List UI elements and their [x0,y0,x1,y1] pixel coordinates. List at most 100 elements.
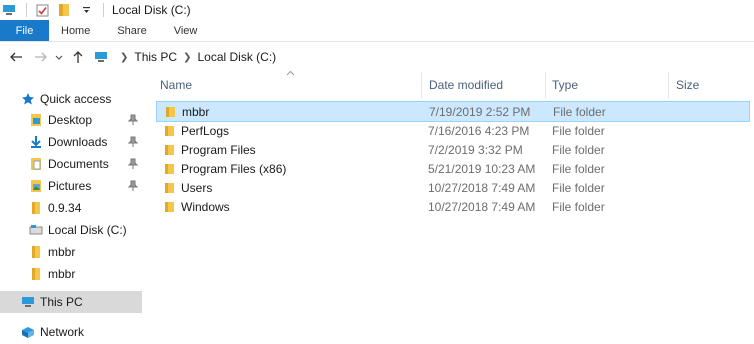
nav-label: Network [40,325,85,339]
folder-icon[interactable] [57,3,71,17]
nav-item-desktop[interactable]: Desktop [0,109,142,131]
forward-icon [34,52,47,62]
file-name: mbbr [182,104,210,119]
file-type: File folder [553,104,606,119]
recent-locations-button[interactable] [52,47,66,67]
file-row[interactable]: Program Files 7/2/2019 3:32 PM File fold… [156,140,750,161]
file-date: 7/16/2016 4:23 PM [428,123,530,138]
nav-label: Documents [48,157,109,171]
column-header-name[interactable]: Name [154,72,420,98]
quick-access-toolbar [0,3,112,17]
nav-label: 0.9.34 [48,201,82,215]
chevron-right-icon[interactable]: ❯ [120,52,128,63]
chevron-right-icon[interactable]: ❯ [183,52,191,63]
file-type: File folder [552,180,605,195]
downloads-icon [28,134,44,150]
back-icon [9,52,22,62]
file-type: File folder [552,123,605,138]
file-row[interactable]: PerfLogs 7/16/2016 4:23 PM File folder [156,121,750,142]
file-name-cell: Program Files [163,140,256,159]
file-date: 10/27/2018 7:49 AM [428,180,536,195]
desktop-icon [28,112,44,128]
nav-item-mbbr[interactable]: mbbr [0,241,142,263]
column-header-date[interactable]: Date modified [423,72,543,98]
forward-button[interactable] [30,47,50,67]
title-bar: Local Disk (C:) [0,0,754,20]
star-icon [20,91,36,107]
pin-icon[interactable] [128,114,138,126]
nav-label: Desktop [48,113,93,127]
nav-label: Quick access [40,92,112,106]
toolbar-divider [26,3,27,17]
back-button[interactable] [6,47,26,67]
network-icon [20,324,36,340]
nav-item-local-disk[interactable]: Local Disk (C:) [0,219,142,241]
nav-label: mbbr [48,267,76,281]
tab-home[interactable]: Home [49,20,105,41]
file-type: File folder [552,161,605,176]
breadcrumb[interactable]: ❯ This PC ❯ Local Disk (C:) [94,50,276,64]
column-divider[interactable] [668,72,669,98]
file-date: 5/21/2019 10:23 AM [428,161,536,176]
this-pc-icon [20,294,36,310]
dropdown-icon[interactable] [79,3,93,17]
breadcrumb-local-disk[interactable]: Local Disk (C:) [197,50,276,64]
file-date: 7/19/2019 2:52 PM [429,104,531,119]
column-divider[interactable] [421,72,422,98]
file-name: Users [181,180,213,195]
folder-icon [28,200,44,216]
title-divider [103,3,104,17]
file-name: PerfLogs [181,123,230,138]
file-name-cell: mbbr [164,102,209,121]
nav-label: This PC [40,295,83,309]
folder-icon [165,182,174,193]
file-name: Windows [181,199,230,214]
folder-icon [165,125,174,136]
nav-network[interactable]: Network [0,321,142,343]
nav-label: mbbr [48,245,76,259]
pin-icon[interactable] [128,136,138,148]
folder-icon [165,201,174,212]
pictures-icon [28,178,44,194]
nav-label: Local Disk (C:) [48,223,127,237]
nav-this-pc[interactable]: This PC [0,291,142,313]
file-row[interactable]: mbbr 7/19/2019 2:52 PM File folder [156,101,750,122]
window-title: Local Disk (C:) [112,3,191,17]
up-button[interactable] [68,47,88,67]
file-row[interactable]: Program Files (x86) 5/21/2019 10:23 AM F… [156,159,750,180]
column-header-size[interactable]: Size [670,72,750,98]
folder-icon [28,266,44,282]
nav-quick-access[interactable]: Quick access [0,88,142,110]
tab-share[interactable]: Share [105,20,161,41]
folder-icon [165,144,174,155]
documents-icon [28,156,44,172]
file-name-cell: Windows [163,197,230,216]
nav-item-pictures[interactable]: Pictures [0,175,142,197]
folder-icon [165,163,174,174]
file-date: 10/27/2018 7:49 AM [428,199,536,214]
nav-item-mbbr[interactable]: mbbr [0,263,142,285]
recent-icon [55,55,63,60]
properties-icon[interactable] [35,3,49,17]
breadcrumb-this-pc[interactable]: This PC [134,50,177,64]
column-header-type[interactable]: Type [546,72,666,98]
pin-icon[interactable] [128,180,138,192]
nav-item-documents[interactable]: Documents [0,153,142,175]
this-pc-icon [95,52,107,62]
nav-item-0934[interactable]: 0.9.34 [0,197,142,219]
file-type: File folder [552,199,605,214]
nav-label: Pictures [48,179,92,193]
file-row[interactable]: Users 10/27/2018 7:49 AM File folder [156,178,750,199]
file-row[interactable]: Windows 10/27/2018 7:49 AM File folder [156,197,750,218]
ribbon-tabs: File Home Share View [0,20,754,42]
pin-icon[interactable] [128,158,138,170]
navigation-pane: Quick access Desktop Downloads Documents… [0,76,142,344]
computer-icon[interactable] [2,3,16,17]
folder-icon [166,106,175,117]
nav-item-downloads[interactable]: Downloads [0,131,142,153]
tab-view[interactable]: View [162,20,213,41]
folder-icon [28,244,44,260]
tab-file[interactable]: File [0,20,49,41]
drive-icon [28,222,44,238]
file-type: File folder [552,142,605,157]
